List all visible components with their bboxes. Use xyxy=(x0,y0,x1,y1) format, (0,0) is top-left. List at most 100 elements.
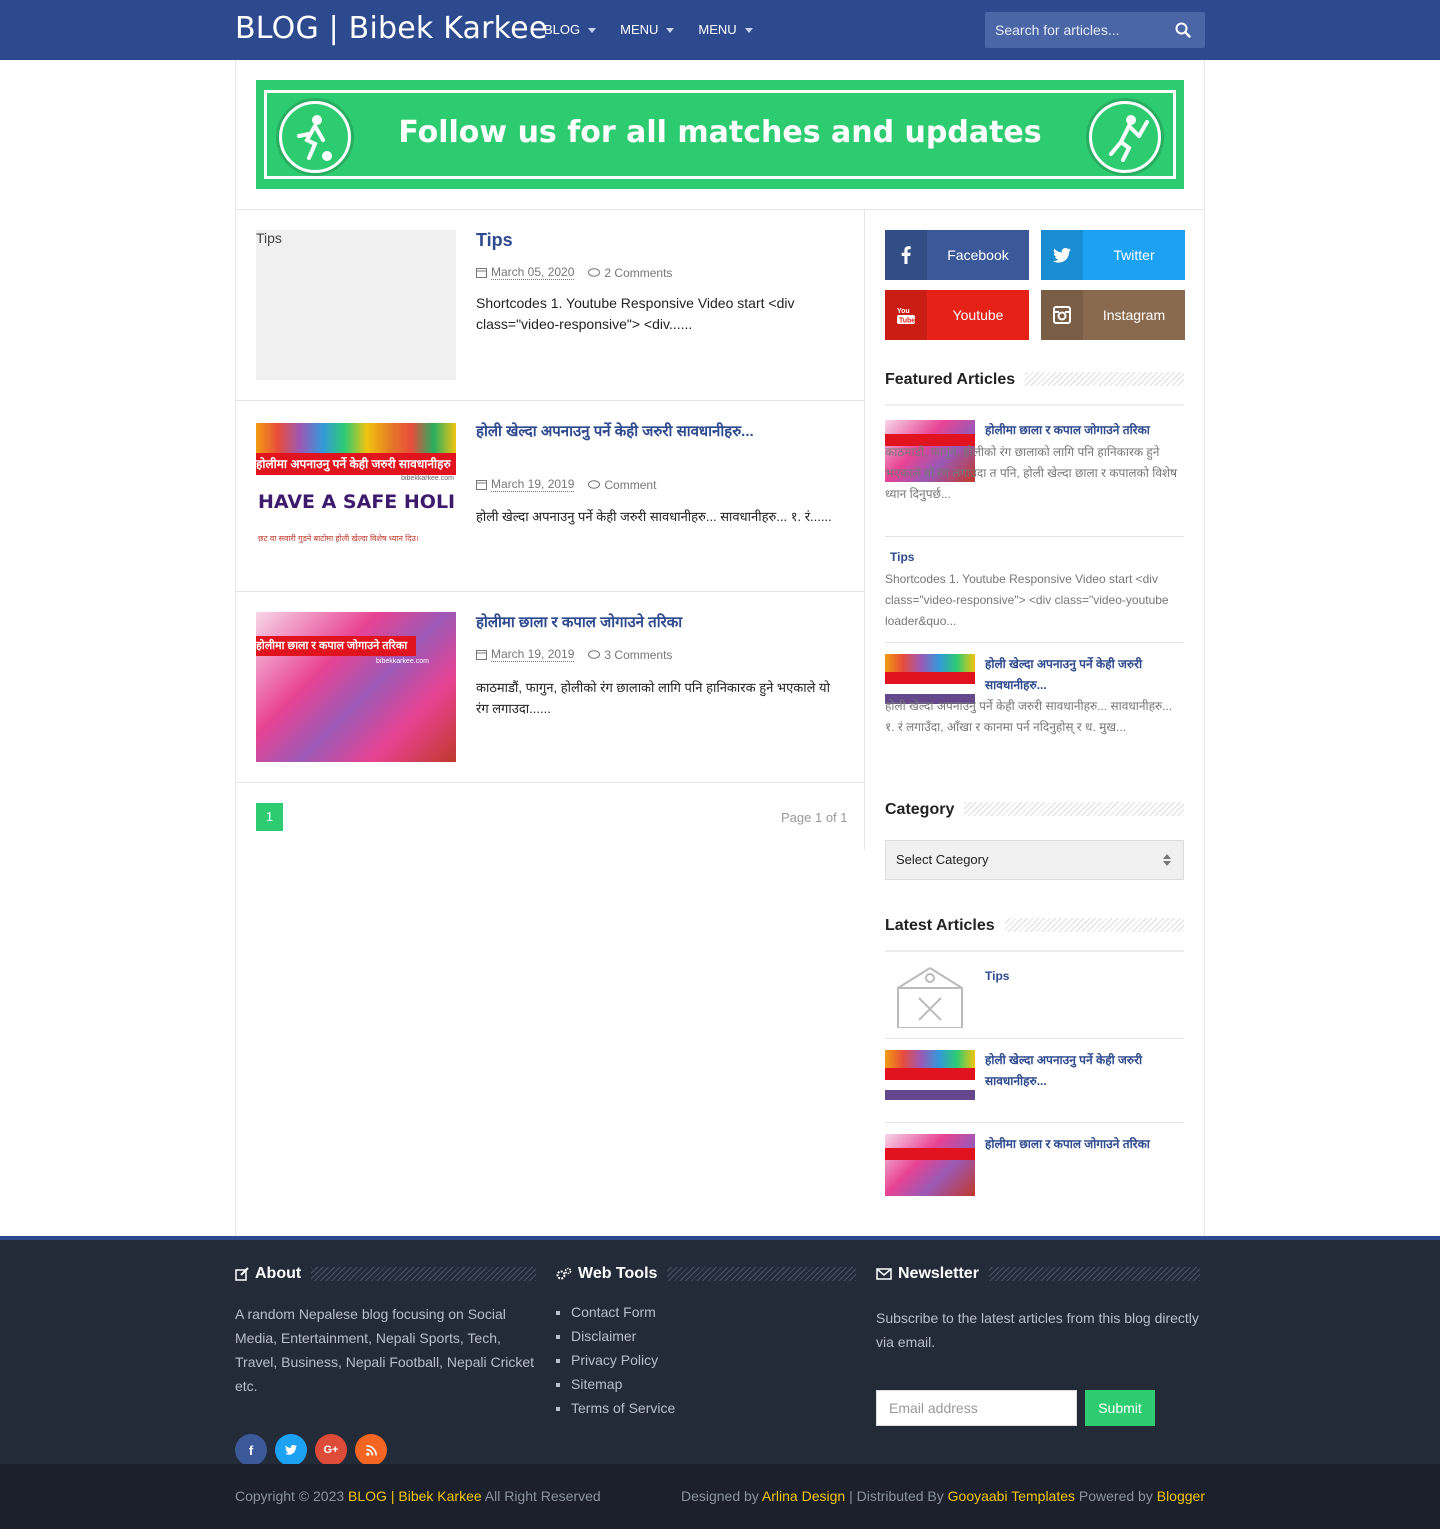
category-section-header: Category xyxy=(885,800,1184,840)
post-title[interactable]: होली खेल्दा अपनाउनु पर्ने केही जरुरी साव… xyxy=(476,421,846,442)
chevron-down-icon xyxy=(588,27,597,33)
designer-link[interactable]: Arlina Design xyxy=(762,1488,845,1504)
featured-title[interactable]: होली खेल्दा अपनाउनु पर्ने केही जरुरी साव… xyxy=(985,654,1184,696)
post-date: March 19, 2019 xyxy=(476,647,575,662)
facebook-button[interactable]: Facebook xyxy=(885,230,1029,280)
chevron-down-icon xyxy=(744,27,753,33)
post-thumbnail[interactable]: Tips xyxy=(256,230,456,380)
twitter-icon[interactable] xyxy=(275,1434,307,1466)
nav-item-blog[interactable]: BLOG xyxy=(544,20,597,40)
date-text: March 19, 2019 xyxy=(491,477,575,492)
thumb-slogan-bar xyxy=(885,1090,975,1100)
post-meta: March 05, 2020 2 Comments xyxy=(476,265,672,280)
featured-title[interactable]: होलीमा छाला र कपाल जोगाउने तरिका xyxy=(985,420,1184,441)
thumb-heading-bar: होलीमा छाला र कपाल जोगाउने तरिका xyxy=(256,636,416,656)
footer-link[interactable]: Contact Form xyxy=(571,1300,675,1324)
youtube-icon: You Tube xyxy=(885,290,927,340)
search-icon[interactable] xyxy=(1175,22,1191,38)
divider xyxy=(885,536,1184,537)
post-list: Tips Tips March 05, 2020 2 Comments Shor… xyxy=(236,210,865,850)
social-label: Twitter xyxy=(1113,247,1155,263)
post-comments[interactable]: 2 Comments xyxy=(588,266,672,280)
thumb-heading-bar xyxy=(885,1068,975,1080)
footer-link[interactable]: Privacy Policy xyxy=(571,1348,675,1372)
pagination-current[interactable]: 1 xyxy=(256,803,283,831)
nav-item-menu-1[interactable]: MENU xyxy=(620,20,675,40)
copyright-site-link[interactable]: BLOG | Bibek Karkee xyxy=(348,1488,482,1504)
main-nav: BLOG MENU MENU xyxy=(544,20,753,40)
email-field[interactable]: Email address xyxy=(876,1390,1077,1426)
select-arrows-icon xyxy=(1163,854,1171,866)
footer-section-header: Web Tools xyxy=(556,1264,856,1284)
email-placeholder: Email address xyxy=(889,1400,978,1416)
post-thumbnail[interactable]: होलीमा छाला र कपाल जोगाउने तरिका bibekka… xyxy=(256,612,456,762)
submit-button[interactable]: Submit xyxy=(1085,1390,1155,1426)
rss-icon[interactable] xyxy=(355,1434,387,1466)
divider xyxy=(885,950,1184,952)
latest-title[interactable]: Tips xyxy=(985,966,1009,987)
post-comments[interactable]: 3 Comments xyxy=(588,648,672,662)
post-comments[interactable]: Comment xyxy=(588,478,656,492)
ad-banner[interactable]: Follow us for all matches and updates xyxy=(256,80,1184,189)
featured-section-header: Featured Articles xyxy=(885,370,1184,410)
featured-title[interactable]: Tips xyxy=(890,547,914,568)
thumb-heading-bar: होलीमा अपनाउनु पर्ने केही जरुरी सावधानीह… xyxy=(256,453,456,475)
footer-newsletter: Newsletter Subscribe to the latest artic… xyxy=(876,1264,1200,1464)
footer-link[interactable]: Sitemap xyxy=(571,1372,675,1396)
footer-link[interactable]: Terms of Service xyxy=(571,1396,675,1420)
post-meta: March 19, 2019 3 Comments xyxy=(476,647,672,662)
credits: Designed by Arlina Design | Distributed … xyxy=(681,1488,1205,1504)
post-excerpt: होली खेल्दा अपनाउनु पर्ने केही जरुरी साव… xyxy=(476,509,832,524)
nav-item-menu-2[interactable]: MENU xyxy=(698,20,753,40)
post-title[interactable]: होलीमा छाला र कपाल जोगाउने तरिका xyxy=(476,612,846,633)
facebook-icon[interactable]: f xyxy=(235,1434,267,1466)
pagination-info: Page 1 of 1 xyxy=(781,810,848,825)
post-thumbnail[interactable]: होलीमा अपनाउनु पर्ने केही जरुरी सावधानीह… xyxy=(256,423,456,551)
category-select[interactable]: Select Category xyxy=(885,840,1184,880)
latest-title[interactable]: होलीमा छाला र कपाल जोगाउने तरिका xyxy=(985,1134,1184,1155)
comment-icon xyxy=(588,649,601,659)
comment-count: Comment xyxy=(604,477,657,492)
site-title[interactable]: BLOG | Bibek Karkee xyxy=(235,10,547,48)
thumb-slogan: HAVE A SAFE HOLI xyxy=(258,491,456,513)
latest-thumbnail[interactable] xyxy=(885,1050,975,1112)
date-text: March 19, 2019 xyxy=(491,647,575,662)
designed-by-label: Designed by xyxy=(680,1488,759,1504)
search-input[interactable] xyxy=(985,12,1165,48)
latest-thumbnail[interactable] xyxy=(885,1134,975,1196)
comment-icon xyxy=(588,479,601,489)
thumb-drips xyxy=(885,1050,975,1070)
comment-count: 2 Comments xyxy=(604,265,673,280)
tools-list: Contact Form Disclaimer Privacy Policy S… xyxy=(571,1300,675,1420)
thumb-site: bibekkarkee.com xyxy=(376,658,429,665)
latest-title[interactable]: होली खेल्दा अपनाउनु पर्ने केही जरुरी साव… xyxy=(985,1050,1184,1092)
section-title: Featured Articles xyxy=(885,370,1026,390)
post-title[interactable]: Tips xyxy=(476,230,846,251)
platform-link[interactable]: Blogger xyxy=(1157,1488,1205,1504)
nav-label: MENU xyxy=(698,22,737,37)
latest-thumbnail[interactable] xyxy=(885,966,975,1028)
thumb-caption: छट वा सवारी गुडने बाटोमा होली खेल्दा विश… xyxy=(258,534,419,543)
powered-by-label: Powered by xyxy=(1078,1488,1153,1504)
footer-section-header: Newsletter xyxy=(876,1264,1200,1284)
divider xyxy=(885,1038,1184,1039)
comment-icon xyxy=(588,267,601,277)
distributor-link[interactable]: Gooyaabi Templates xyxy=(948,1488,1075,1504)
youtube-button[interactable]: You Tube Youtube xyxy=(885,290,1029,340)
divider xyxy=(885,1122,1184,1123)
post-excerpt: Shortcodes 1. Youtube Responsive Video s… xyxy=(476,295,795,332)
instagram-icon xyxy=(1041,290,1083,340)
bottom-bar: Copyright © 2023 BLOG | Bibek Karkee All… xyxy=(0,1464,1440,1529)
thumb-site: bibekkarkee.com xyxy=(401,475,454,482)
post-date: March 19, 2019 xyxy=(476,477,575,492)
twitter-button[interactable]: Twitter xyxy=(1041,230,1185,280)
footer-link[interactable]: Disclaimer xyxy=(571,1324,675,1348)
select-value: Select Category xyxy=(896,852,989,867)
footer-title-text: About xyxy=(255,1265,302,1282)
image-placeholder-icon xyxy=(897,967,963,1028)
instagram-button[interactable]: Instagram xyxy=(1041,290,1185,340)
post-item: होलीमा अपनाउनु पर्ने केही जरुरी सावधानीह… xyxy=(236,401,865,592)
footer-title-text: Web Tools xyxy=(578,1265,658,1282)
google-plus-icon[interactable]: G+ xyxy=(315,1434,347,1466)
social-label: Facebook xyxy=(947,247,1009,263)
